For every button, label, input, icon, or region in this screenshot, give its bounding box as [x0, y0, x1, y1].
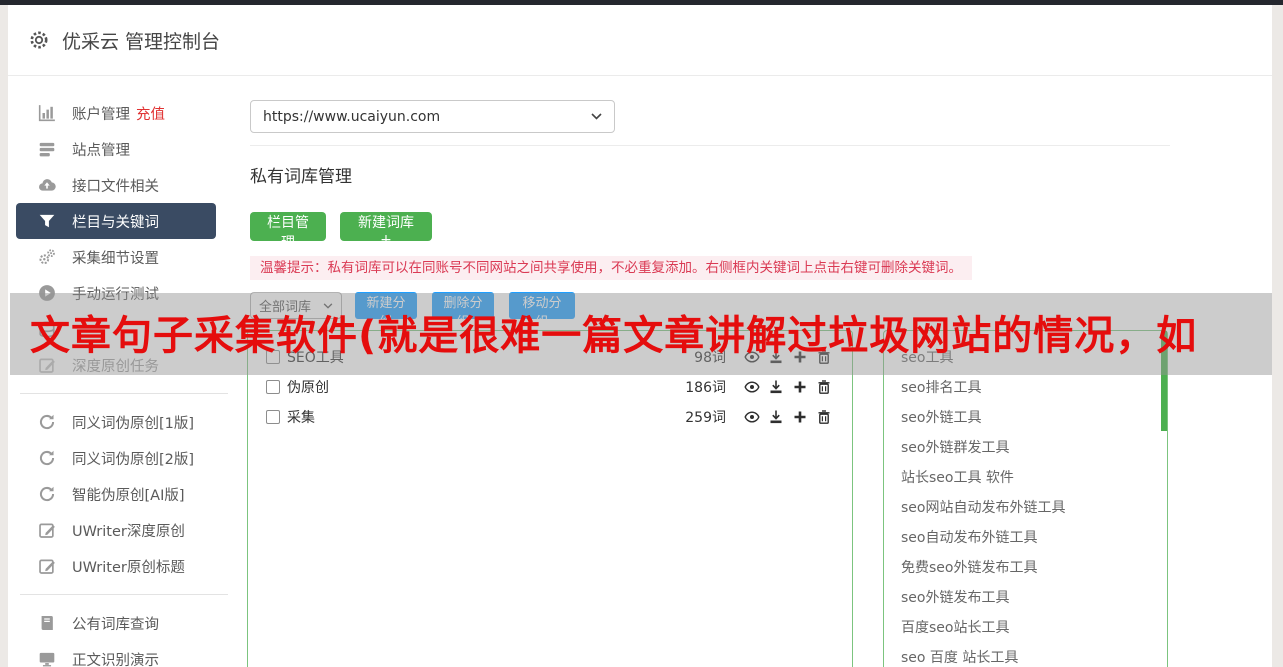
sidebar-item-collect-settings[interactable]: 采集细节设置	[8, 239, 240, 275]
sidebar-item-label: UWriter深度原创	[72, 523, 185, 540]
sidebar-item-label: 站点管理	[72, 142, 130, 159]
edit-icon	[38, 521, 56, 539]
keyword-item[interactable]: 免费seo外链发布工具	[901, 553, 1167, 583]
thesaurus-name: 伪原创	[287, 380, 329, 396]
app-window: 优采云 管理控制台 账户管理 充值 站点管理 接口文件相关 栏目与关键词 采集细…	[0, 0, 1283, 667]
sidebar-item-label: 智能伪原创[AI版]	[72, 487, 185, 504]
table-row[interactable]: 伪原创 186词	[248, 372, 852, 402]
site-select-value: https://www.ucaiyun.com	[263, 108, 441, 125]
add-icon[interactable]	[792, 409, 808, 425]
sidebar-item-label: 正文识别演示	[72, 652, 159, 667]
cloud-upload-icon	[38, 176, 56, 194]
sidebar-item-synonym-v2[interactable]: 同义词伪原创[2版]	[8, 440, 240, 476]
sidebar-item-account[interactable]: 账户管理 充值	[8, 95, 240, 131]
sidebar-item-body-recognition[interactable]: 正文识别演示	[8, 641, 240, 667]
trash-icon[interactable]	[816, 409, 832, 425]
thesaurus-list-panel: SEO工具 98词 伪原创 186词 采集 259词	[247, 330, 853, 667]
sidebar-item-label: 采集细节设置	[72, 250, 159, 267]
recharge-link[interactable]: 充值	[136, 103, 165, 124]
keyword-list-panel: seo工具 seo排名工具 seo外链工具 seo外链群发工具 站长seo工具 …	[883, 330, 1168, 667]
sidebar-item-label: 栏目与关键词	[72, 214, 159, 231]
sidebar-divider	[20, 594, 228, 595]
sidebar-item-label: 同义词伪原创[2版]	[72, 451, 195, 468]
download-icon[interactable]	[768, 409, 784, 425]
site-list-icon	[38, 140, 56, 158]
download-icon[interactable]	[768, 379, 784, 395]
keyword-item[interactable]: seo外链群发工具	[901, 433, 1167, 463]
monitor-icon	[38, 650, 56, 667]
word-count: 186词	[685, 380, 726, 396]
chart-bar-icon	[38, 104, 56, 122]
sidebar-item-label: 接口文件相关	[72, 178, 159, 195]
sidebar-item-uwriter-title[interactable]: UWriter原创标题	[8, 548, 240, 584]
keyword-item[interactable]: seo排名工具	[901, 373, 1167, 403]
keyword-item[interactable]: seo外链工具	[901, 403, 1167, 433]
trash-icon[interactable]	[816, 379, 832, 395]
warm-tip: 温馨提示：私有词库可以在同账号不同网站之间共享使用，不必重复添加。右侧框内关键词…	[250, 256, 972, 280]
add-icon[interactable]	[792, 379, 808, 395]
keyword-item[interactable]: 百度seo站长工具	[901, 613, 1167, 643]
sidebar-item-sites[interactable]: 站点管理	[8, 131, 240, 167]
page-title: 私有词库管理	[250, 167, 352, 187]
keyword-item[interactable]: seo外链发布工具	[901, 583, 1167, 613]
keyword-item[interactable]: 站长seo工具 软件	[901, 463, 1167, 493]
app-title: 优采云 管理控制台	[62, 30, 221, 53]
row-checkbox[interactable]	[266, 380, 280, 394]
word-count: 259词	[685, 410, 726, 426]
view-icon[interactable]	[744, 409, 760, 425]
refresh-icon	[38, 485, 56, 503]
thesaurus-name: 采集	[287, 410, 315, 426]
gears-icon	[38, 248, 56, 266]
sidebar-item-columns-keywords[interactable]: 栏目与关键词	[16, 203, 216, 239]
gear-icon	[28, 29, 50, 51]
sidebar-item-interface-files[interactable]: 接口文件相关	[8, 167, 240, 203]
content-divider	[250, 145, 1170, 146]
chevron-down-icon	[591, 113, 602, 120]
sidebar-item-ai-pseudo[interactable]: 智能伪原创[AI版]	[8, 476, 240, 512]
sidebar-item-label: 账户管理	[72, 106, 130, 123]
red-caption-text: 文章句子采集软件(就是很难一篇文章讲解过垃圾网站的情况，如	[30, 313, 1198, 359]
new-thesaurus-button[interactable]: 新建词库 +	[340, 212, 432, 248]
column-manage-button[interactable]: 栏目管理	[250, 212, 326, 251]
keyword-item[interactable]: seo自动发布外链工具	[901, 523, 1167, 553]
row-checkbox[interactable]	[266, 410, 280, 424]
sidebar-item-label: 同义词伪原创[1版]	[72, 415, 195, 432]
sidebar-item-label: 公有词库查询	[72, 616, 159, 633]
sidebar-item-public-thesaurus[interactable]: 公有词库查询	[8, 605, 240, 641]
sidebar-divider	[20, 393, 228, 394]
edit-icon	[38, 557, 56, 575]
sidebar-item-label: UWriter原创标题	[72, 559, 185, 576]
app-header: 优采云 管理控制台	[8, 5, 1272, 76]
table-row[interactable]: 采集 259词	[248, 402, 852, 432]
refresh-icon	[38, 449, 56, 467]
refresh-icon	[38, 413, 56, 431]
sidebar-item-uwriter-deep[interactable]: UWriter深度原创	[8, 512, 240, 548]
keyword-item[interactable]: seo 百度 站长工具	[901, 643, 1167, 667]
filter-icon	[38, 212, 56, 230]
book-icon	[38, 614, 56, 632]
sidebar-item-synonym-v1[interactable]: 同义词伪原创[1版]	[8, 404, 240, 440]
keyword-item[interactable]: seo网站自动发布外链工具	[901, 493, 1167, 523]
site-select[interactable]: https://www.ucaiyun.com	[250, 100, 615, 133]
view-icon[interactable]	[744, 379, 760, 395]
